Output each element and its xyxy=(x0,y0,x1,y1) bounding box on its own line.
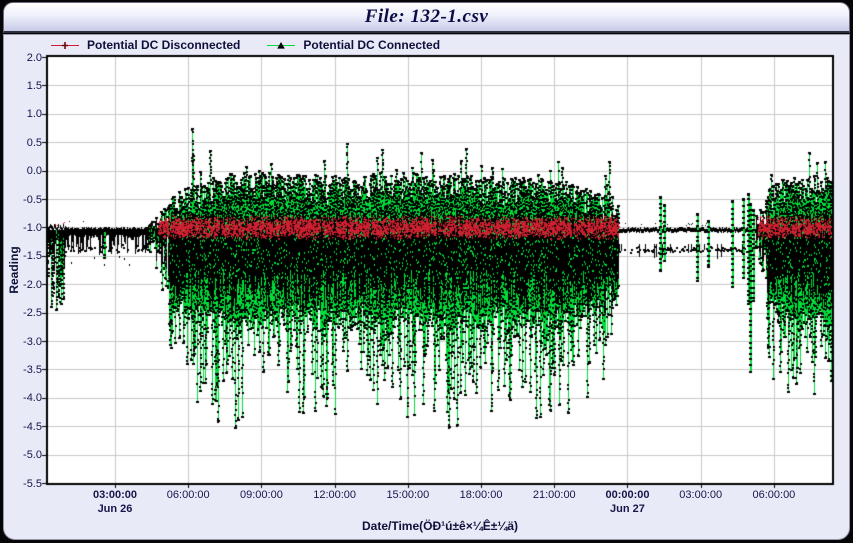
y-tick-label: 1.5 xyxy=(12,80,42,92)
y-tick-label: 0.5 xyxy=(12,137,42,149)
chart-stage: Potential DC Disconnected Potential DC Co… xyxy=(0,0,853,543)
y-tick-label: -3.0 xyxy=(12,336,42,348)
x-tick-label: 00:00:00Jun 27 xyxy=(587,489,667,515)
legend-label: Potential DC Disconnected xyxy=(87,38,240,52)
legend-label: Potential DC Connected xyxy=(303,38,440,52)
y-tick-label: -5.0 xyxy=(12,449,42,461)
y-axis-title: Reading xyxy=(7,246,21,293)
legend-item-connected: Potential DC Connected xyxy=(266,38,440,52)
y-tick-label: -3.5 xyxy=(12,364,42,376)
y-tick-label: 0.0 xyxy=(12,165,42,177)
x-tick-label: 09:00:00 xyxy=(221,489,301,501)
y-tick-label: -0.5 xyxy=(12,194,42,206)
legend: Potential DC Disconnected Potential DC Co… xyxy=(50,38,440,52)
x-tick-label: 18:00:00 xyxy=(441,489,521,501)
x-tick-label: 06:00:00 xyxy=(148,489,228,501)
x-tick-label: 21:00:00 xyxy=(514,489,594,501)
y-tick-label: 2.0 xyxy=(12,52,42,64)
red-line-cross-marker-icon xyxy=(50,40,80,51)
x-tick-date-label: Jun 26 xyxy=(75,503,155,515)
plot-canvas[interactable] xyxy=(0,0,853,543)
x-tick-label: 03:00:00 xyxy=(661,489,741,501)
x-tick-label: 15:00:00 xyxy=(368,489,448,501)
y-tick-label: -4.0 xyxy=(12,392,42,404)
x-tick-label: 12:00:00 xyxy=(295,489,375,501)
y-tick-label: -5.5 xyxy=(12,478,42,490)
x-tick-label: 03:00:00Jun 26 xyxy=(75,489,155,515)
x-tick-date-label: Jun 27 xyxy=(587,503,667,515)
y-tick-label: -4.5 xyxy=(12,421,42,433)
x-tick-label: 06:00:00 xyxy=(734,489,814,501)
y-tick-label: -1.0 xyxy=(12,222,42,234)
chart-window: File: 132-1.csv Potential DC Disconnecte… xyxy=(0,0,853,543)
y-tick-label: 1.0 xyxy=(12,108,42,120)
x-axis-title: Date/Time(ÖÐ¹ú±ê×¼Ê±¼ä) xyxy=(362,519,518,533)
green-line-triangle-marker-icon xyxy=(266,40,296,51)
y-tick-label: -2.5 xyxy=(12,307,42,319)
legend-item-disconnected: Potential DC Disconnected xyxy=(50,38,240,52)
